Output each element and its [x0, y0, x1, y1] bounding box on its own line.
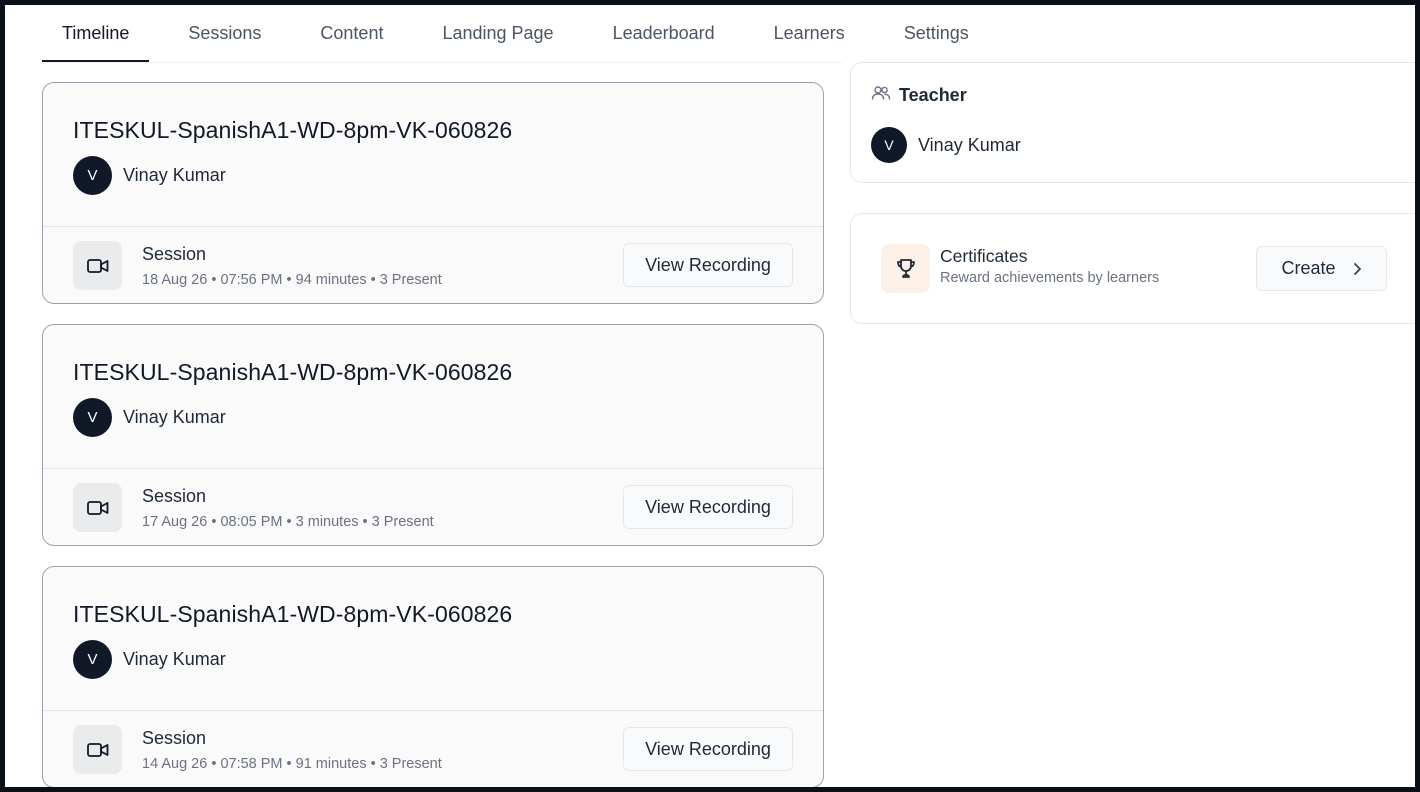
trophy-icon — [881, 244, 930, 293]
owner-name: Vinay Kumar — [123, 407, 226, 427]
certificates-card: Certificates Reward achievements by lear… — [850, 213, 1415, 324]
tab-divider — [42, 62, 842, 63]
tab-learners[interactable]: Learners — [754, 22, 865, 62]
video-camera-icon — [73, 483, 122, 532]
session-card-header: ITESKUL-SpanishA1-WD-8pm-VK-060826 V Vin… — [43, 567, 823, 711]
session-title: ITESKUL-SpanishA1-WD-8pm-VK-060826 — [73, 359, 513, 385]
teacher-name: Vinay Kumar — [918, 134, 1021, 155]
owner-name: Vinay Kumar — [123, 165, 226, 185]
session-owner: V Vinay Kumar — [73, 156, 226, 195]
session-meta: 14 Aug 26 • 07:58 PM • 91 minutes • 3 Pr… — [142, 756, 442, 772]
chevron-right-icon — [1352, 262, 1362, 276]
teacher-card: Teacher V Vinay Kumar — [850, 62, 1415, 183]
avatar: V — [871, 127, 907, 163]
tab-bar: Timeline Sessions Content Landing Page L… — [42, 5, 1008, 62]
session-title: ITESKUL-SpanishA1-WD-8pm-VK-060826 — [73, 117, 513, 143]
session-type-label: Session — [142, 728, 207, 748]
tab-timeline[interactable]: Timeline — [42, 22, 150, 62]
session-meta: 18 Aug 26 • 07:56 PM • 94 minutes • 3 Pr… — [142, 272, 442, 288]
view-recording-button[interactable]: View Recording — [623, 243, 793, 287]
session-card: ITESKUL-SpanishA1-WD-8pm-VK-060826 V Vin… — [42, 324, 824, 546]
session-type-label: Session — [142, 486, 207, 506]
session-owner: V Vinay Kumar — [73, 398, 226, 437]
session-list: ITESKUL-SpanishA1-WD-8pm-VK-060826 V Vin… — [42, 82, 826, 787]
tab-settings[interactable]: Settings — [884, 22, 989, 62]
app-frame: Timeline Sessions Content Landing Page L… — [5, 5, 1415, 787]
view-recording-button[interactable]: View Recording — [623, 485, 793, 529]
session-card-footer: Session 17 Aug 26 • 08:05 PM • 3 minutes… — [43, 469, 823, 545]
certificates-title: Certificates — [940, 246, 1028, 266]
video-camera-icon — [73, 725, 122, 774]
avatar: V — [73, 398, 112, 437]
session-card-footer: Session 18 Aug 26 • 07:56 PM • 94 minute… — [43, 227, 823, 303]
session-title: ITESKUL-SpanishA1-WD-8pm-VK-060826 — [73, 601, 513, 627]
session-meta: 17 Aug 26 • 08:05 PM • 3 minutes • 3 Pre… — [142, 514, 434, 530]
teacher-heading: Teacher — [899, 85, 967, 105]
tab-content[interactable]: Content — [300, 22, 403, 62]
view-recording-button[interactable]: View Recording — [623, 727, 793, 771]
session-type-label: Session — [142, 244, 207, 264]
create-certificate-button[interactable]: Create — [1256, 246, 1387, 291]
video-camera-icon — [73, 241, 122, 290]
users-icon — [871, 85, 891, 106]
avatar: V — [73, 640, 112, 679]
teacher-header: Teacher — [871, 85, 967, 106]
session-card: ITESKUL-SpanishA1-WD-8pm-VK-060826 V Vin… — [42, 82, 824, 304]
owner-name: Vinay Kumar — [123, 649, 226, 669]
session-owner: V Vinay Kumar — [73, 640, 226, 679]
session-card-header: ITESKUL-SpanishA1-WD-8pm-VK-060826 V Vin… — [43, 325, 823, 469]
tab-sessions[interactable]: Sessions — [168, 22, 281, 62]
avatar: V — [73, 156, 112, 195]
teacher-entry: V Vinay Kumar — [871, 127, 1021, 163]
tab-landing-page[interactable]: Landing Page — [422, 22, 573, 62]
create-button-label: Create — [1281, 258, 1336, 278]
session-card-header: ITESKUL-SpanishA1-WD-8pm-VK-060826 V Vin… — [43, 83, 823, 227]
certificates-subtitle: Reward achievements by learners — [940, 270, 1160, 286]
tab-leaderboard[interactable]: Leaderboard — [593, 22, 735, 62]
session-card-footer: Session 14 Aug 26 • 07:58 PM • 91 minute… — [43, 711, 823, 787]
session-card: ITESKUL-SpanishA1-WD-8pm-VK-060826 V Vin… — [42, 566, 824, 787]
